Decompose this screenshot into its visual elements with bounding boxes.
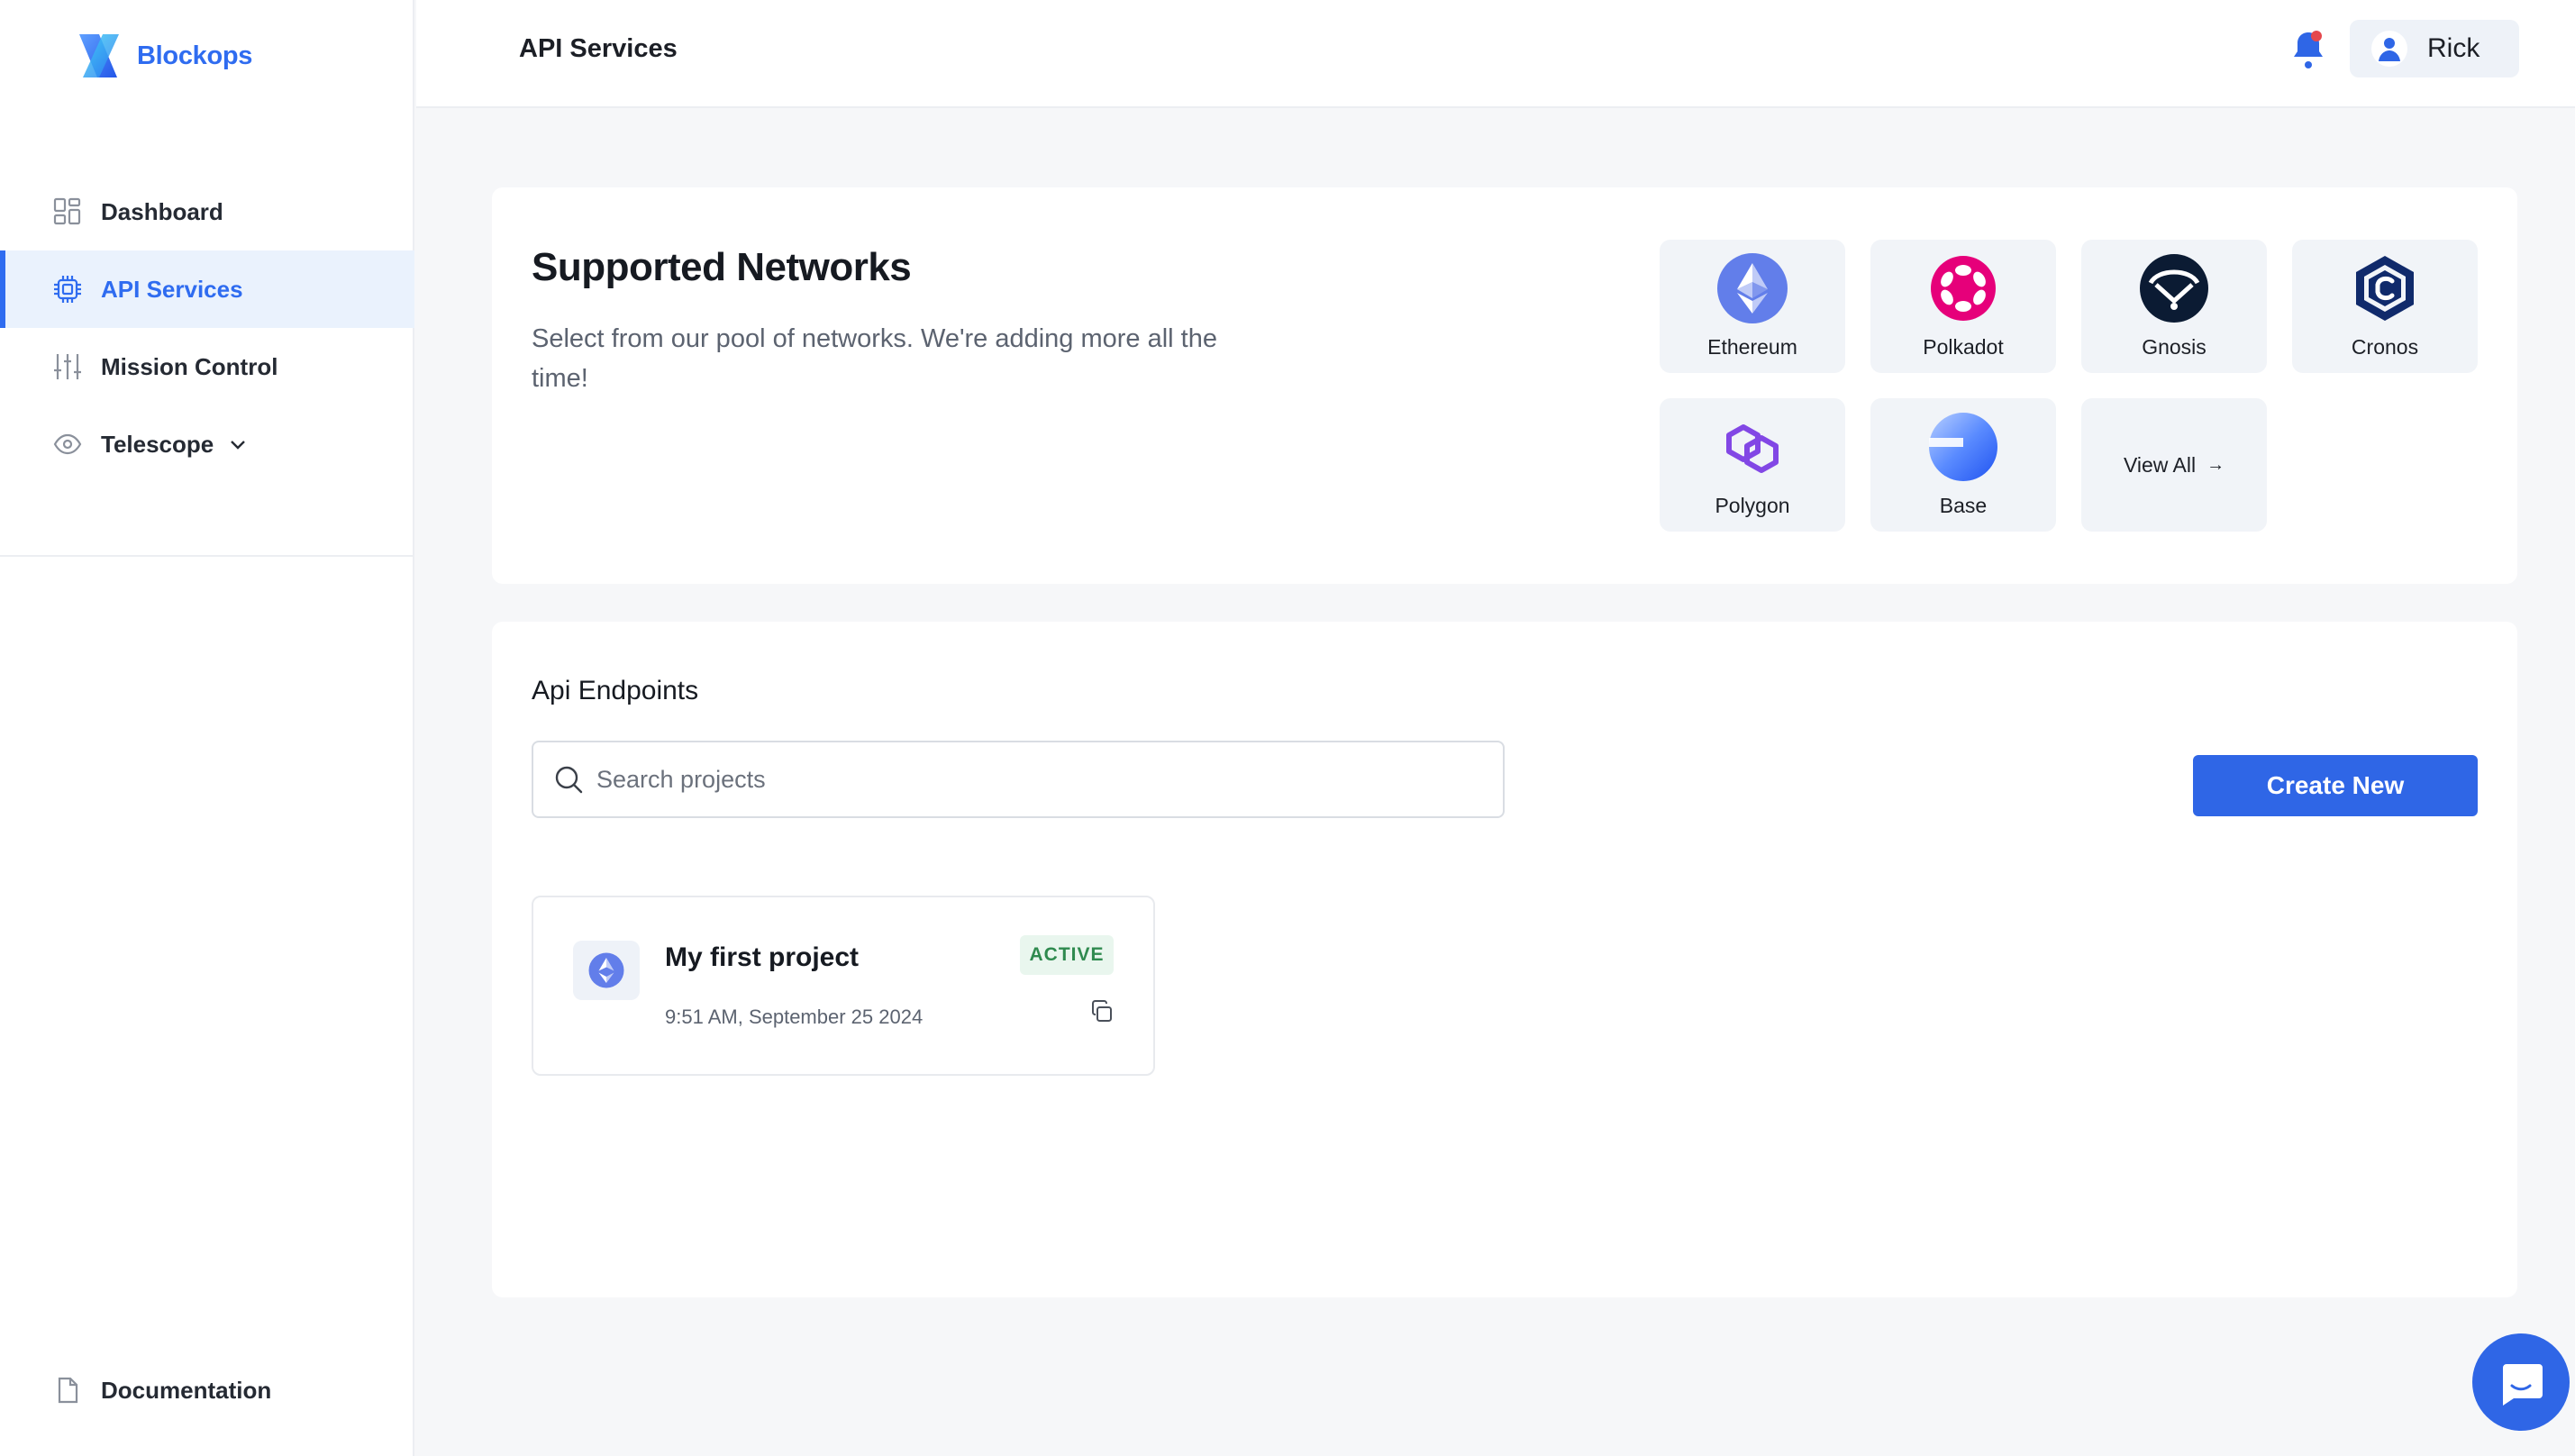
network-label: Base (1939, 494, 1988, 517)
network-label: Polygon (1715, 494, 1790, 517)
networks-title: Supported Networks (532, 245, 912, 289)
api-endpoints-card: Api Endpoints Create New My first projec… (492, 622, 2517, 1297)
network-tile-polkadot[interactable]: Polkadot (1870, 240, 2056, 373)
user-name: Rick (2427, 33, 2480, 63)
document-icon (52, 1375, 83, 1406)
top-bar: API Services Rick (416, 0, 2575, 108)
avatar (2371, 31, 2407, 67)
sidebar-item-api-services[interactable]: API Services (0, 250, 414, 328)
brand-name: Blockops (137, 41, 253, 70)
network-label: Polkadot (1923, 335, 2004, 359)
search-icon (553, 764, 584, 795)
sliders-icon (52, 351, 83, 382)
chip-icon (52, 274, 83, 305)
networks-description: Select from our pool of networks. We're … (532, 324, 1217, 393)
project-name: My first project (665, 942, 860, 972)
sidebar-item-dashboard[interactable]: Dashboard (0, 173, 414, 250)
status-badge: ACTIVE (1020, 935, 1114, 975)
view-all-networks-button[interactable]: View All → (2081, 398, 2267, 532)
polygon-icon (1726, 424, 1779, 473)
sidebar-item-label: Telescope (101, 430, 214, 458)
chevron-down-icon[interactable] (228, 434, 248, 454)
base-icon (1929, 413, 1997, 481)
sidebar-item-label: Dashboard (101, 197, 223, 225)
network-tile-gnosis[interactable]: Gnosis (2081, 240, 2267, 373)
network-tile-base[interactable]: Base (1870, 398, 2056, 532)
network-tile-polygon[interactable]: Polygon (1660, 398, 1845, 532)
documentation-label: Documentation (101, 1376, 272, 1404)
arrow-right-icon: → (2206, 454, 2225, 475)
sidebar: Blockops Dashboard API Services Mission … (0, 0, 414, 1456)
blockops-logo-icon (79, 34, 119, 77)
chat-icon (2503, 1364, 2543, 1406)
search-field[interactable] (532, 741, 1505, 818)
supported-networks-card: Supported Networks Select from our pool … (492, 187, 2517, 584)
network-label: Cronos (2351, 335, 2419, 359)
view-all-label: View All (2123, 452, 2197, 477)
network-label: Gnosis (2142, 335, 2206, 359)
page-title: API Services (519, 34, 678, 63)
ethereum-icon (588, 952, 624, 988)
eye-icon (52, 429, 83, 460)
sidebar-item-documentation[interactable]: Documentation (0, 1351, 414, 1429)
sidebar-item-label: API Services (101, 275, 243, 303)
network-tile-cronos[interactable]: Cronos (2292, 240, 2478, 373)
project-network-icon (573, 941, 640, 1000)
sidebar-item-label: Mission Control (101, 352, 278, 380)
support-chat-button[interactable] (2472, 1333, 2570, 1431)
bell-icon[interactable] (2288, 27, 2328, 72)
dashboard-icon (52, 196, 83, 227)
polkadot-icon (1931, 256, 1996, 321)
cronos-icon (2356, 256, 2414, 321)
project-card[interactable]: My first project 9:51 AM, September 25 2… (532, 896, 1155, 1076)
sidebar-item-mission-control[interactable]: Mission Control (0, 328, 414, 405)
endpoints-title: Api Endpoints (532, 676, 699, 705)
brand-logo[interactable]: Blockops (72, 31, 252, 81)
sidebar-nav: Dashboard API Services Mission Control T… (0, 173, 414, 483)
sidebar-item-telescope[interactable]: Telescope (0, 405, 414, 483)
network-tile-ethereum[interactable]: Ethereum (1660, 240, 1845, 373)
search-input[interactable] (596, 765, 1479, 794)
copy-icon[interactable] (1088, 998, 1115, 1025)
project-date: 9:51 AM, September 25 2024 (665, 1006, 924, 1028)
network-label: Ethereum (1707, 335, 1797, 359)
create-new-button[interactable]: Create New (2193, 755, 2478, 816)
user-menu[interactable]: Rick (2350, 20, 2519, 77)
ethereum-icon (1717, 253, 1788, 323)
gnosis-icon (2140, 254, 2208, 323)
sidebar-divider (0, 555, 414, 557)
